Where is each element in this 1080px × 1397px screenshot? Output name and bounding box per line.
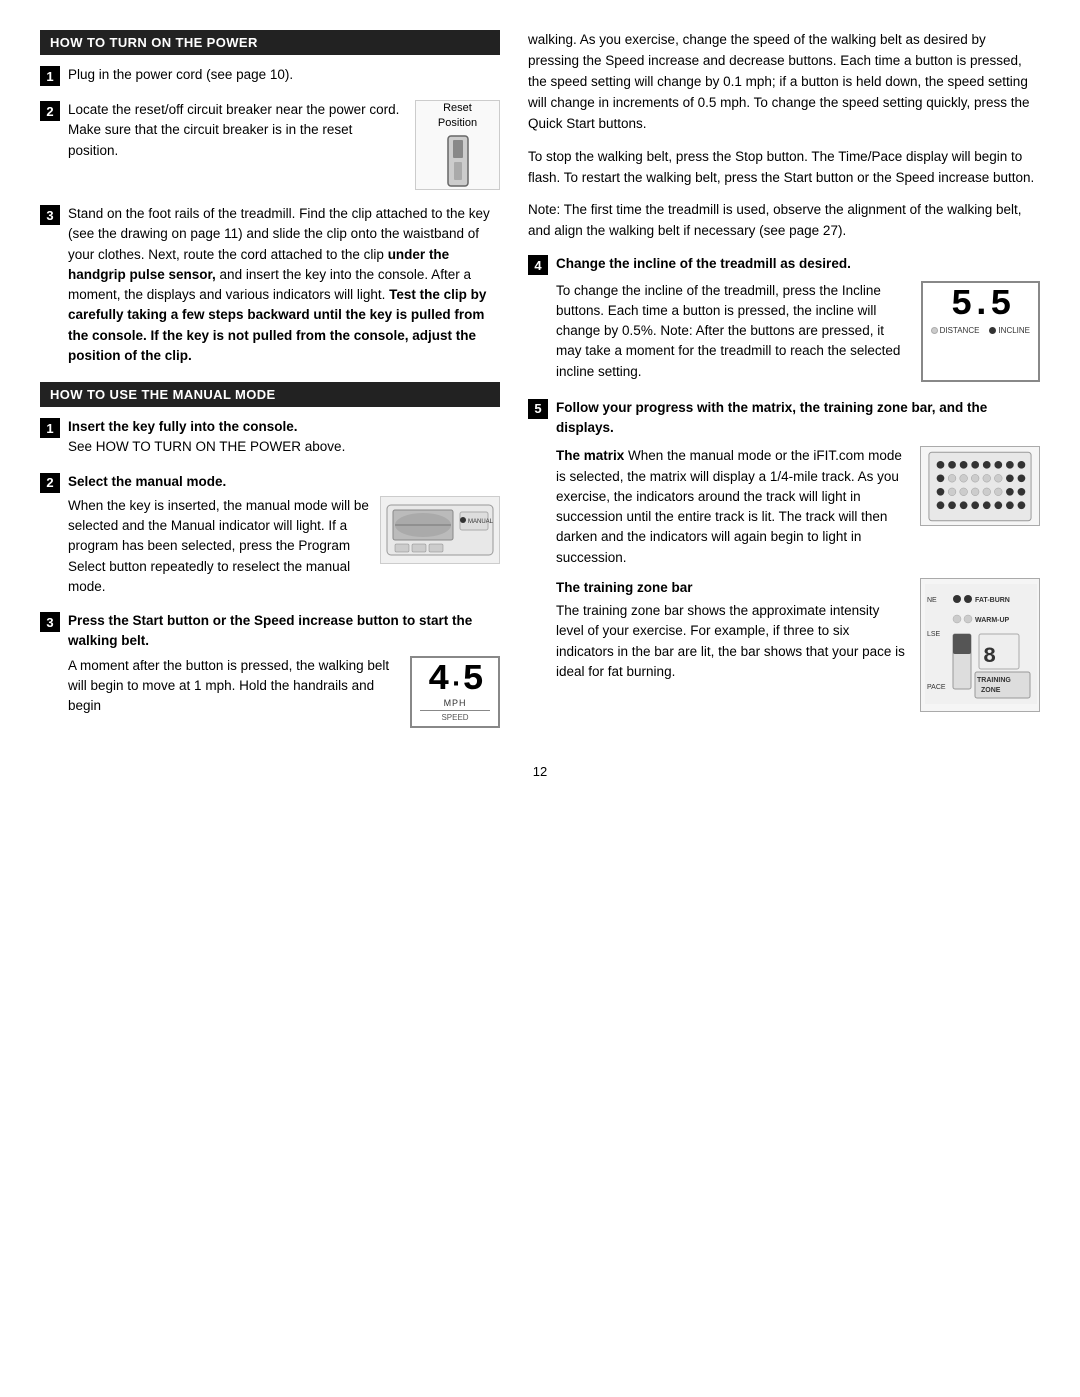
right-step-number-4: 4 [528,255,548,275]
distance-dot [931,327,938,334]
section-manual-header: HOW TO USE THE MANUAL MODE [40,382,500,407]
reset-position-image: Reset Position [415,100,500,190]
svg-text:FAT-BURN: FAT-BURN [975,597,1010,604]
tz-text-wrap: The training zone bar The training zone … [556,578,910,682]
svg-text:ZONE: ZONE [981,687,1001,694]
right-step-5-header: Follow your progress with the matrix, th… [556,398,1040,439]
manual-step-3: 3 Press the Start button or the Speed in… [40,611,500,728]
step-number-2: 2 [40,101,60,121]
matrix-row: The matrix When the manual mode or the i… [556,446,1040,568]
right-step-4-text: To change the incline of the treadmill, … [556,281,911,382]
manual-console-svg: MANUAL [385,500,495,560]
page-container: HOW TO TURN ON THE POWER 1 Plug in the p… [40,30,1040,744]
speed-display: 4.5 MPH SPEED [410,656,500,728]
power-step-1: 1 Plug in the power cord (see page 10). [40,65,500,86]
manual-step-3-wrap: A moment after the button is pressed, th… [68,656,500,728]
incline-label: INCLINE [998,326,1030,335]
matrix-label: The matrix [556,448,624,463]
manual-step-1-content: Insert the key fully into the console. S… [68,417,500,458]
manual-step-2: 2 Select the manual mode. When the key i… [40,472,500,598]
manual-step-2-text: When the key is inserted, the manual mod… [68,496,370,597]
incline-label-wrap: INCLINE [989,326,1030,335]
incline-dots-row: DISTANCE INCLINE [931,326,1030,335]
step-number-3: 3 [40,205,60,225]
right-step-5: 5 Follow your progress with the matrix, … [528,398,1040,712]
step-1-text: Plug in the power cord (see page 10). [68,65,500,85]
matrix-text: When the manual mode or the iFIT.com mod… [556,448,902,564]
power-step-2: 2 Locate the reset/off circuit breaker n… [40,100,500,190]
svg-text:NE: NE [927,597,937,604]
training-zone-section: The training zone bar The training zone … [556,578,1040,712]
left-column: HOW TO TURN ON THE POWER 1 Plug in the p… [40,30,500,744]
right-column: walking. As you exercise, change the spe… [528,30,1040,744]
manual-step-1-header: Insert the key fully into the console. [68,417,500,437]
section-manual: HOW TO USE THE MANUAL MODE 1 Insert the … [40,382,500,728]
svg-text:LSE: LSE [927,631,941,638]
step-2-para: Locate the reset/off circuit breaker nea… [68,100,405,161]
right-step-4: 4 Change the incline of the treadmill as… [528,254,1040,382]
manual-step-number-2: 2 [40,473,60,493]
speed-mph-label: MPH [444,698,467,708]
distance-label: DISTANCE [940,326,980,335]
distance-label-wrap: DISTANCE [931,326,980,335]
svg-text:WARM-UP: WARM-UP [975,617,1010,624]
step-number-1: 1 [40,66,60,86]
manual-step-3-text: A moment after the button is pressed, th… [68,656,400,728]
power-step-3: 3 Stand on the foot rails of the treadmi… [40,204,500,366]
manual-step-number-1: 1 [40,418,60,438]
svg-text:PACE: PACE [927,684,946,691]
step-3-para: Stand on the foot rails of the treadmill… [68,204,500,366]
step-2-text: Locate the reset/off circuit breaker nea… [68,100,405,161]
manual-step-2-wrap: When the key is inserted, the manual mod… [68,496,500,597]
svg-text:8: 8 [983,644,996,669]
right-para-2: To stop the walking belt, press the Stop… [528,147,1040,189]
speed-sublabel: SPEED [420,710,490,722]
right-step-5-content: Follow your progress with the matrix, th… [556,398,1040,712]
training-zone-row: The training zone bar The training zone … [556,578,1040,712]
section-power: HOW TO TURN ON THE POWER 1 Plug in the p… [40,30,500,366]
section-power-header: HOW TO TURN ON THE POWER [40,30,500,55]
right-step-4-wrap: To change the incline of the treadmill, … [556,281,1040,382]
matrix-svg [927,449,1033,524]
step-1-content: Plug in the power cord (see page 10). [68,65,500,85]
svg-text:MANUAL: MANUAL [468,519,494,525]
svg-text:TRAINING: TRAINING [977,677,1011,684]
step-2-text-image: Locate the reset/off circuit breaker nea… [68,100,500,190]
matrix-para: The matrix When the manual mode or the i… [556,446,910,568]
incline-number: 5.5 [951,287,1010,323]
training-zone-svg: NE LSE PACE FAT-BURN WARM-UP [925,584,1037,704]
right-para-3: Note: The first time the treadmill is us… [528,200,1040,242]
step-3-content: Stand on the foot rails of the treadmill… [68,204,500,366]
right-step-4-content: Change the incline of the treadmill as d… [556,254,1040,382]
manual-step-3-header: Press the Start button or the Speed incr… [68,611,500,652]
manual-mode-image: MANUAL [380,496,500,564]
reset-icon [443,134,473,189]
speed-number: 4.5 [428,662,482,698]
matrix-image [920,446,1040,526]
right-step-number-5: 5 [528,399,548,419]
reset-label: Reset Position [438,101,477,130]
incline-dot [989,327,996,334]
step-2-content: Locate the reset/off circuit breaker nea… [68,100,500,190]
manual-step-2-content: Select the manual mode. When the key is … [68,472,500,598]
matrix-text-wrap: The matrix When the manual mode or the i… [556,446,910,568]
manual-step-1-text: See HOW TO TURN ON THE POWER above. [68,437,500,457]
manual-step-3-content: Press the Start button or the Speed incr… [68,611,500,728]
manual-step-2-header: Select the manual mode. [68,472,500,492]
tz-label-header: The training zone bar [556,578,910,598]
right-step-4-header: Change the incline of the treadmill as d… [556,254,1040,274]
training-zone-image: NE LSE PACE FAT-BURN WARM-UP [920,578,1040,712]
incline-display: 5.5 DISTANCE INCLINE [921,281,1040,382]
right-para-1: walking. As you exercise, change the spe… [528,30,1040,135]
tz-text: The training zone bar shows the approxim… [556,601,910,682]
manual-step-1: 1 Insert the key fully into the console.… [40,417,500,458]
matrix-section: The matrix When the manual mode or the i… [556,446,1040,568]
page-number: 12 [40,764,1040,779]
manual-step-number-3: 3 [40,612,60,632]
